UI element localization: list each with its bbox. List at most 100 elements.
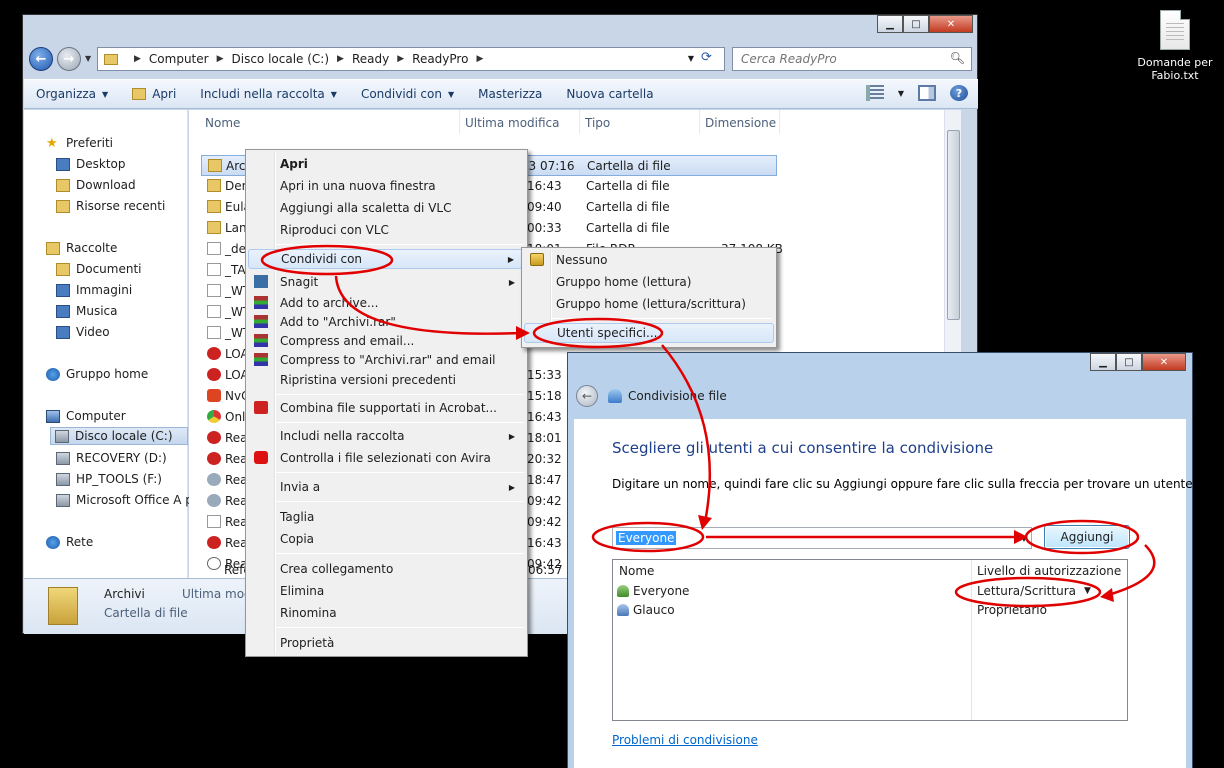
breadcrumb-ready[interactable]: Ready <box>352 52 389 66</box>
sharing-problems-link[interactable]: Problemi di condivisione <box>612 733 758 747</box>
menu-item-play-vlc[interactable]: Riproduci con VLC <box>248 220 525 240</box>
menu-item-restore-versions[interactable]: Ripristina versioni precedenti <box>248 370 525 390</box>
column-type[interactable]: Tipo <box>585 116 610 130</box>
help-icon[interactable]: ? <box>950 85 968 101</box>
nav-video[interactable]: Video <box>56 323 110 341</box>
details-modified-label: Ultima mod <box>182 587 252 601</box>
nav-libraries[interactable]: Raccolte <box>46 239 117 257</box>
menu-item-include-library[interactable]: Includi nella raccolta ▶ <box>248 426 525 446</box>
user-combo-value[interactable]: Everyone <box>616 531 677 545</box>
menu-item-properties[interactable]: Proprietà <box>248 633 525 653</box>
chevron-down-icon[interactable]: ▼ <box>898 89 904 98</box>
back-arrow-icon[interactable]: ← <box>576 385 598 407</box>
menu-item-add-rar[interactable]: Add to "Archivi.rar" <box>248 312 525 332</box>
menu-item-open[interactable]: Apri <box>248 154 525 174</box>
address-bar[interactable]: ▶ Computer ▶ Disco locale (C:) ▶ Ready ▶… <box>97 47 725 71</box>
preview-pane-icon[interactable] <box>918 85 936 101</box>
column-size[interactable]: Dimensione <box>705 116 776 130</box>
breadcrumb-computer[interactable]: Computer <box>149 52 209 66</box>
menu-item-homegroup-readwrite[interactable]: Gruppo home (lettura/scrittura) <box>524 294 774 314</box>
menu-item-specific-people[interactable]: Utenti specifici... <box>524 323 774 343</box>
user-combo-input[interactable]: Everyone ▼ <box>612 527 1032 549</box>
menu-item-add-vlc-playlist[interactable]: Aggiungi alla scaletta di VLC <box>248 198 525 218</box>
recent-pages-dropdown-icon[interactable]: ▼ <box>85 54 91 63</box>
installer-icon <box>207 494 221 507</box>
menu-item-nobody[interactable]: Nessuno <box>524 250 774 270</box>
minimize-button[interactable]: ▁ <box>1090 353 1116 371</box>
list-item[interactable]: Everyone <box>617 584 689 598</box>
network-icon <box>46 535 60 549</box>
search-box[interactable]: 🔍︎ <box>732 47 972 71</box>
address-dropdown-icon[interactable]: ▼ <box>688 54 694 63</box>
menu-item-create-shortcut[interactable]: Crea collegamento <box>248 559 525 579</box>
nav-office-drive[interactable]: Microsoft Office A p <box>56 491 193 509</box>
desktop-file-icon[interactable]: Domande per Fabio.txt <box>1135 10 1215 82</box>
menu-item-cut[interactable]: Taglia <box>248 507 525 527</box>
menu-item-rename[interactable]: Rinomina <box>248 603 525 623</box>
close-button[interactable]: ✕ <box>929 15 973 33</box>
column-permission[interactable]: Livello di autorizzazione <box>977 564 1121 578</box>
menu-item-homegroup-read[interactable]: Gruppo home (lettura) <box>524 272 774 292</box>
column-name[interactable]: Nome <box>205 116 240 130</box>
column-modified[interactable]: Ultima modifica <box>465 116 560 130</box>
computer-icon <box>46 409 60 423</box>
nav-documents[interactable]: Documenti <box>56 260 142 278</box>
minimize-button[interactable]: ▁ <box>877 15 903 33</box>
burn-button[interactable]: Masterizza <box>466 87 554 101</box>
menu-item-avira-scan[interactable]: Controlla i file selezionati con Avira <box>248 448 525 468</box>
menu-item-send-to[interactable]: Invia a ▶ <box>248 477 525 497</box>
nav-favorites[interactable]: ★ Preferiti <box>46 134 113 152</box>
breadcrumb-readypro[interactable]: ReadyPro <box>412 52 468 66</box>
menu-item-open-new-window[interactable]: Apri in una nuova finestra <box>248 176 525 196</box>
breadcrumb-disco-c[interactable]: Disco locale (C:) <box>232 52 330 66</box>
chevron-right-icon[interactable]: ▶ <box>476 54 483 64</box>
permission-dropdown[interactable]: Lettura/Scrittura ▼ <box>977 584 1091 598</box>
change-view-icon[interactable] <box>865 85 884 101</box>
scrollbar-thumb[interactable] <box>947 130 960 320</box>
back-arrow-icon[interactable]: ← <box>29 47 53 71</box>
menu-item-copy[interactable]: Copia <box>248 529 525 549</box>
column-name[interactable]: Nome <box>619 564 654 578</box>
nav-drive-c[interactable]: Disco locale (C:) <box>50 427 188 445</box>
nav-drive-f[interactable]: HP_TOOLS (F:) <box>56 470 162 488</box>
dialog-header: ← Condivisione file <box>576 385 727 407</box>
permission-label: Proprietario <box>977 603 1047 617</box>
nav-homegroup[interactable]: Gruppo home <box>46 365 148 383</box>
add-user-button[interactable]: Aggiungi <box>1044 525 1130 549</box>
nav-computer[interactable]: Computer <box>46 407 126 425</box>
nav-music[interactable]: Musica <box>56 302 118 320</box>
chevron-right-icon[interactable]: ▶ <box>397 54 404 64</box>
open-button[interactable]: Apri <box>120 87 188 101</box>
include-in-library-button[interactable]: Includi nella raccolta ▼ <box>188 87 349 101</box>
menu-item-delete[interactable]: Elimina <box>248 581 525 601</box>
maximize-button[interactable]: □ <box>903 15 929 33</box>
maximize-button[interactable]: □ <box>1116 353 1142 371</box>
nav-recent[interactable]: Risorse recenti <box>56 197 165 215</box>
nav-network[interactable]: Rete <box>46 533 93 551</box>
menu-item-share-with[interactable]: Condividi con ▶ <box>248 249 525 269</box>
organize-menu-button[interactable]: Organizza ▼ <box>24 87 120 101</box>
nav-pictures[interactable]: Immagini <box>56 281 132 299</box>
search-icon[interactable]: 🔍︎ <box>950 51 965 65</box>
nav-drive-d[interactable]: RECOVERY (D:) <box>56 449 167 467</box>
menu-item-compress-email[interactable]: Compress and email... <box>248 331 525 351</box>
menu-item-acrobat[interactable]: Combina file supportati in Acrobat... <box>248 398 525 418</box>
nav-download[interactable]: Download <box>56 176 136 194</box>
refresh-icon[interactable]: ⟳ <box>701 50 712 65</box>
search-input[interactable] <box>741 52 941 66</box>
chevron-right-icon[interactable]: ▶ <box>337 54 344 64</box>
nav-desktop[interactable]: Desktop <box>56 155 126 173</box>
new-folder-button[interactable]: Nuova cartella <box>554 87 665 101</box>
share-with-button[interactable]: Condividi con ▼ <box>349 87 466 101</box>
menu-item-compress-rar-email[interactable]: Compress to "Archivi.rar" and email <box>248 350 525 370</box>
menu-item-snagit[interactable]: Snagit ▶ <box>248 272 525 292</box>
close-button[interactable]: ✕ <box>1142 353 1186 371</box>
lock-icon <box>530 253 544 266</box>
chevron-right-icon[interactable]: ▶ <box>134 54 141 64</box>
menu-item-add-archive[interactable]: Add to archive... <box>248 293 525 313</box>
list-item[interactable]: Glauco <box>617 603 675 617</box>
users-list: Nome Livello di autorizzazione Everyone … <box>612 559 1128 721</box>
forward-arrow-icon[interactable]: → <box>57 47 81 71</box>
chevron-down-icon[interactable]: ▼ <box>1021 534 1027 543</box>
chevron-right-icon[interactable]: ▶ <box>217 54 224 64</box>
